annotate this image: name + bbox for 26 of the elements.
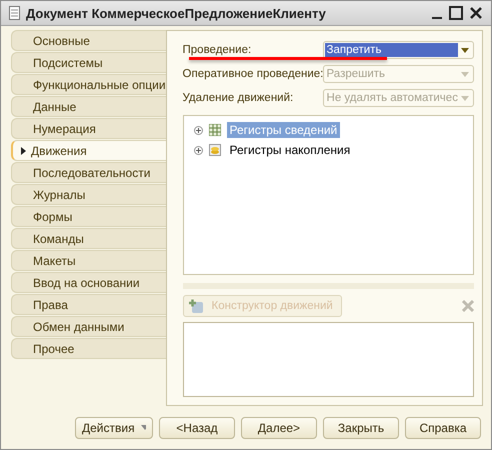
sidebar-tab[interactable]: Нумерация bbox=[11, 118, 166, 140]
field-label: Проведение: bbox=[182, 44, 252, 56]
sidebar-tab[interactable]: Данные bbox=[11, 96, 166, 118]
dialog-button[interactable]: Справка bbox=[405, 416, 481, 439]
sidebar-tab[interactable]: Формы bbox=[11, 206, 166, 228]
sidebar-tab[interactable]: Обмен данными bbox=[11, 316, 166, 338]
sidebar-tab[interactable]: Последовательности bbox=[11, 162, 166, 184]
sidebar-tab[interactable]: Журналы bbox=[11, 184, 166, 206]
sidebar-tab[interactable]: Движения bbox=[11, 140, 167, 162]
dialog-button[interactable]: Закрыть bbox=[323, 416, 399, 439]
dialog-button[interactable]: <Назад bbox=[159, 416, 235, 439]
window-title: Документ КоммерческоеПредложениеКлиенту bbox=[26, 6, 327, 21]
tree-item[interactable]: Регистры накопления bbox=[226, 142, 354, 158]
field-label: Оперативное проведение: bbox=[182, 68, 323, 80]
sidebar-tab[interactable]: Основные bbox=[11, 30, 166, 52]
sidebar-tab[interactable]: Прочее bbox=[11, 338, 166, 360]
field-label: Удаление движений: bbox=[182, 92, 294, 104]
dropdown-field[interactable]: Запретить bbox=[322, 41, 474, 60]
sidebar-tab[interactable]: Права bbox=[11, 294, 166, 316]
sidebar-tab[interactable]: Команды bbox=[11, 228, 166, 250]
sidebar-tab[interactable]: Подсистемы bbox=[11, 52, 166, 74]
actions-button[interactable]: Действия bbox=[75, 416, 153, 439]
sidebar-tab[interactable]: Функциональные опции bbox=[11, 74, 166, 96]
sidebar-tab[interactable]: Ввод на основании bbox=[11, 272, 166, 294]
dialog-button[interactable]: Далее> bbox=[241, 416, 317, 439]
sidebar-tab[interactable]: Макеты bbox=[11, 250, 166, 272]
